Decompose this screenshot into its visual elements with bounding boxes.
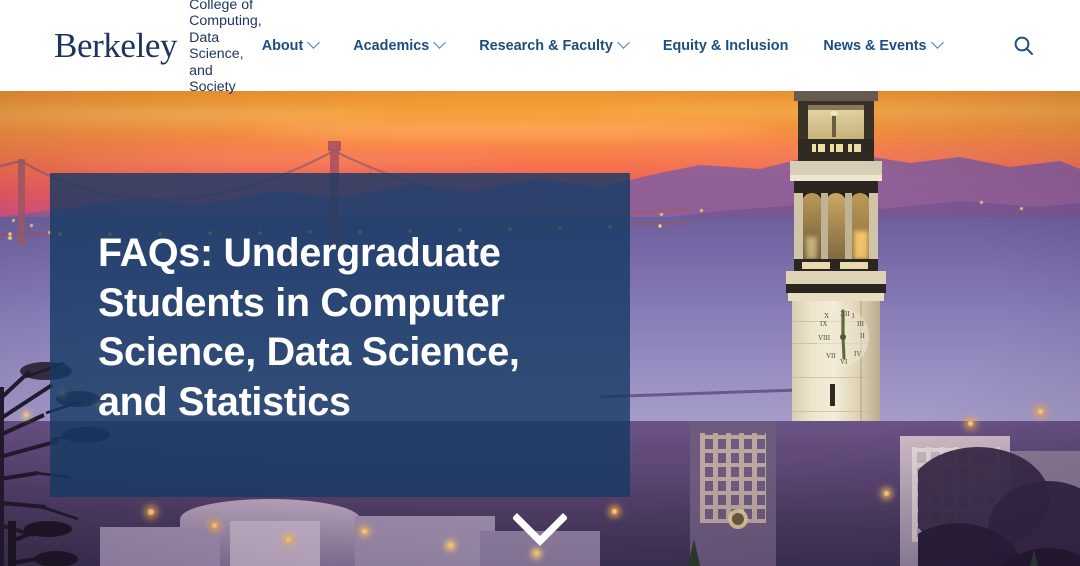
college-tagline: College of Computing, Data Science, and … (189, 0, 262, 95)
svg-text:VIII: VIII (818, 334, 831, 342)
chevron-down-icon (930, 36, 944, 49)
main-navigation: About Academics Research & Faculty Equit… (262, 35, 1080, 57)
scroll-down-button[interactable] (0, 513, 1080, 547)
svg-text:IV: IV (854, 350, 861, 358)
search-icon (1014, 36, 1034, 55)
nav-item-label: About (261, 37, 304, 54)
svg-text:II: II (860, 332, 865, 340)
chevron-down-icon (433, 36, 447, 49)
hero-banner: XII III VI IX I II IV VII VIII X FAQs: U… (0, 91, 1080, 566)
berkeley-wordmark: Berkeley (54, 26, 178, 65)
nav-item-research-and-faculty[interactable]: Research & Faculty (479, 36, 630, 54)
nav-item-news-and-events[interactable]: News & Events (823, 36, 944, 54)
nav-item-label: Academics (353, 37, 430, 54)
chevron-down-icon (616, 36, 630, 49)
nav-item-label: News & Events (823, 37, 927, 54)
nav-item-equity-and-inclusion[interactable]: Equity & Inclusion (663, 38, 789, 54)
nav-item-academics[interactable]: Academics (353, 36, 447, 54)
chevron-down-icon (513, 513, 567, 546)
chevron-down-icon (307, 36, 321, 49)
search-button[interactable] (1013, 35, 1035, 57)
svg-text:III: III (857, 320, 865, 328)
campanile-clock: XIIIII VIIX III IVVII VIIIX (817, 308, 869, 366)
nav-item-about[interactable]: About (261, 36, 321, 54)
hero-title-overlay: FAQs: Undergraduate Students in Computer… (50, 173, 630, 497)
nav-item-label: Equity & Inclusion (662, 37, 789, 54)
svg-text:IX: IX (820, 320, 827, 328)
nav-item-label: Research & Faculty (479, 37, 613, 54)
site-logo-link[interactable]: Berkeley College of Computing, Data Scie… (54, 0, 262, 96)
svg-text:VII: VII (826, 352, 836, 360)
site-header: Berkeley College of Computing, Data Scie… (0, 0, 1080, 95)
page-title: FAQs: Undergraduate Students in Computer… (98, 231, 520, 424)
svg-text:X: X (824, 312, 829, 320)
